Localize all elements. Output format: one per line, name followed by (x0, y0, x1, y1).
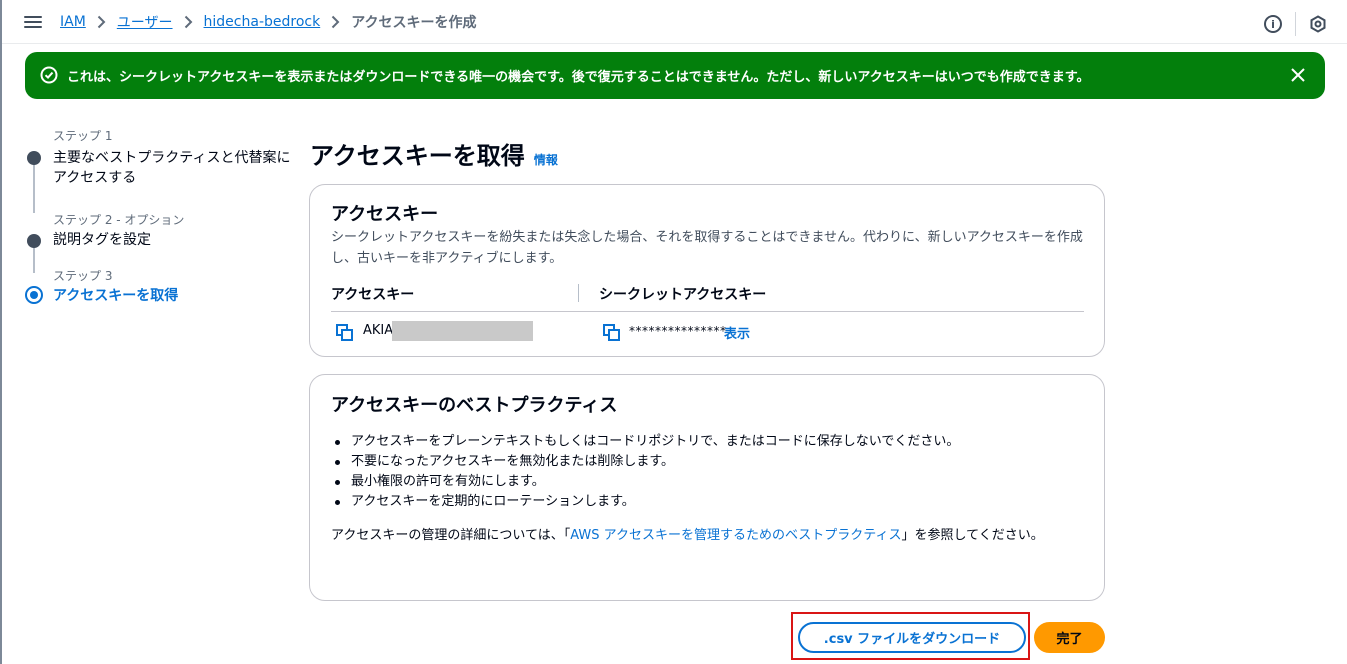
breadcrumb-users[interactable]: ユーザー (117, 12, 173, 32)
redacted-block (392, 321, 533, 341)
best-practices-list: アクセスキーをプレーンテキストもしくはコードリポジトリで、またはコードに保存しな… (331, 432, 1091, 512)
chevron-right-icon (331, 15, 340, 29)
copy-icon[interactable] (336, 324, 353, 341)
step-indicator (27, 234, 41, 248)
page-header: アクセスキーを取得 情報 (310, 136, 558, 171)
access-key-card: アクセスキー シークレットアクセスキーを紛失または失念した場合、それを取得するこ… (309, 184, 1105, 357)
step-label: ステップ 1 (53, 129, 113, 143)
step-indicator (27, 151, 41, 165)
show-secret-link[interactable]: 表示 (724, 323, 750, 342)
footer-suffix: 」を参照してください。 (901, 528, 1044, 543)
best-practices-card: アクセスキーのベストプラクティス アクセスキーをプレーンテキストもしくはコードリ… (309, 374, 1105, 601)
breadcrumb-user[interactable]: hidecha-bedrock (204, 14, 321, 30)
step-title: 説明タグを設定 (53, 232, 151, 248)
settings-hexagon-icon[interactable] (1309, 15, 1327, 33)
wizard-steps: ステップ 1 主要なベストプラクティスと代替案にアクセスする ステップ 2 - … (25, 128, 295, 306)
step-indicator-active (25, 286, 43, 304)
key-table-header: アクセスキー シークレットアクセスキー (331, 284, 1084, 303)
list-item: アクセスキーをプレーンテキストもしくはコードリポジトリで、またはコードに保存しな… (331, 432, 1091, 452)
window-edge (0, 0, 2, 664)
best-practices-doc-link[interactable]: AWS アクセスキーを管理するためのベストプラクティス (570, 528, 901, 543)
card-title: アクセスキーのベストプラクティス (331, 395, 618, 416)
list-item: 最小権限の許可を有効にします。 (331, 472, 1091, 492)
divider (1295, 12, 1296, 36)
success-flash-banner: これは、シークレットアクセスキーを表示またはダウンロードできる唯一の機会です。後… (25, 52, 1325, 99)
chevron-right-icon (97, 15, 106, 29)
list-item: アクセスキーを定期的にローテーションします。 (331, 492, 1091, 512)
breadcrumb-current: アクセスキーを作成 (351, 15, 477, 31)
step-title-active: アクセスキーを取得 (53, 288, 179, 304)
chevron-right-icon (184, 15, 193, 29)
hamburger-menu-icon[interactable] (24, 13, 42, 31)
info-link[interactable]: 情報 (534, 151, 558, 168)
card-description: シークレットアクセスキーを紛失または失念した場合、それを取得することはできません… (331, 230, 1083, 266)
info-icon[interactable]: i (1264, 15, 1282, 33)
close-icon[interactable] (1289, 66, 1307, 84)
done-button[interactable]: 完了 (1034, 622, 1105, 653)
column-header-access-key: アクセスキー (331, 287, 415, 303)
step-label: ステップ 2 - オプション (53, 213, 185, 227)
step-2[interactable]: ステップ 2 - オプション 説明タグを設定 (25, 212, 295, 268)
column-divider (578, 284, 579, 302)
secret-key-value: *************** (629, 324, 727, 338)
step-3: ステップ 3 アクセスキーを取得 (25, 268, 295, 306)
download-csv-button[interactable]: .csv ファイルをダウンロード (798, 622, 1026, 653)
column-header-secret-key: シークレットアクセスキー (599, 287, 767, 303)
access-key-value: AKIA (363, 323, 394, 338)
divider (331, 311, 1084, 312)
best-practices-footer: アクセスキーの管理の詳細については、「AWS アクセスキーを管理するためのベスト… (331, 525, 1076, 546)
check-circle-icon (40, 66, 58, 84)
list-item: 不要になったアクセスキーを無効化または削除します。 (331, 452, 1091, 472)
breadcrumb-iam[interactable]: IAM (60, 14, 86, 30)
page-title: アクセスキーを取得 (310, 142, 525, 170)
breadcrumb: IAM ユーザー hidecha-bedrock アクセスキーを作成 (60, 12, 477, 32)
footer-prefix: アクセスキーの管理の詳細については、「 (331, 528, 571, 543)
step-title: 主要なベストプラクティスと代替案にアクセスする (53, 150, 291, 186)
step-1[interactable]: ステップ 1 主要なベストプラクティスと代替案にアクセスする (25, 128, 295, 212)
copy-icon[interactable] (603, 324, 620, 341)
flash-message: これは、シークレットアクセスキーを表示またはダウンロードできる唯一の機会です。後… (67, 70, 1090, 85)
step-label: ステップ 3 (53, 269, 113, 283)
card-title: アクセスキー (331, 204, 439, 225)
top-navigation-bar: IAM ユーザー hidecha-bedrock アクセスキーを作成 i (2, 0, 1347, 44)
